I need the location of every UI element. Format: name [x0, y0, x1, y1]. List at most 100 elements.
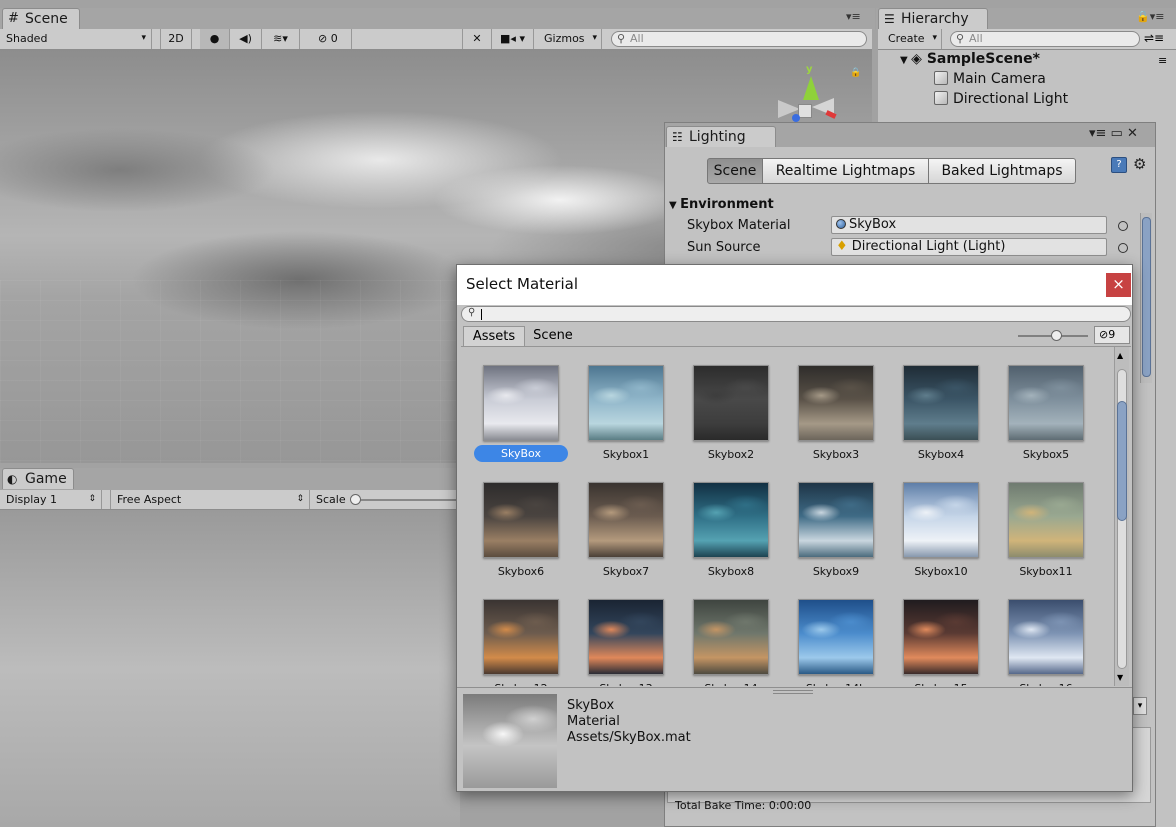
lighting-tab-baked-lightmaps[interactable]: Baked Lightmaps	[928, 158, 1076, 184]
lighting-tab-realtime-lightmaps[interactable]: Realtime Lightmaps	[762, 158, 929, 184]
lighting-dropdown-arrow-icon[interactable]: ▾	[1133, 697, 1147, 715]
material-thumbnail[interactable]	[1008, 365, 1084, 441]
gizmos-dropdown[interactable]: Gizmos ▾	[538, 29, 602, 49]
lighting-scrollbar[interactable]	[1140, 213, 1152, 383]
scale-slider-thumb[interactable]	[350, 494, 361, 505]
aspect-dropdown[interactable]: Free Aspect ⇕	[110, 490, 310, 509]
scroll-up-arrow-icon[interactable]: ▲	[1117, 351, 1123, 360]
material-thumbnail[interactable]	[483, 482, 559, 558]
game-viewport[interactable]	[0, 510, 460, 827]
material-thumbnail-label: Skybox13	[576, 682, 676, 686]
material-thumbnail[interactable]	[903, 482, 979, 558]
object-picker-icon[interactable]	[1118, 243, 1128, 253]
dialog-tab-assets[interactable]: Assets	[463, 326, 525, 346]
material-thumbnail[interactable]	[798, 599, 874, 675]
material-thumbnail[interactable]	[588, 365, 664, 441]
material-thumbnail-label: Skybox7	[602, 565, 650, 578]
hidden-assets-toggle[interactable]: ⊘9	[1094, 326, 1130, 344]
grid-scrollbar-thumb[interactable]	[1117, 401, 1127, 521]
create-dropdown[interactable]: Create ▾	[882, 29, 942, 49]
hierarchy-item-main-camera[interactable]: Main Camera	[934, 71, 1046, 87]
material-thumbnail[interactable]	[693, 482, 769, 558]
gameobject-cube-icon	[934, 91, 948, 105]
scene-pane-menu-icon[interactable]: ▾≡	[846, 10, 861, 23]
dialog-tab-assets-label: Assets	[472, 329, 516, 344]
sun-source-label: Sun Source	[687, 240, 761, 255]
camera-dropdown[interactable]: ■◂ ▾	[492, 29, 534, 49]
expand-arrow-icon: ▼	[669, 200, 681, 211]
tab-scene[interactable]: # Scene	[2, 8, 80, 29]
lighting-window-controls[interactable]: ▾≡ ▭ ✕	[1089, 126, 1138, 141]
material-thumbnail-label: Skybox14	[681, 682, 781, 686]
lighting-mode-tabs: Scene Realtime Lightmaps Baked Lightmaps	[707, 158, 1077, 184]
tab-lighting[interactable]: ☷ Lighting	[666, 126, 776, 147]
tools-button[interactable]: ✕	[462, 29, 492, 49]
2d-toggle-label: 2D	[168, 32, 184, 45]
material-thumbnail[interactable]	[1008, 482, 1084, 558]
gizmo-x-axis-icon	[825, 110, 837, 119]
shading-mode-dropdown[interactable]: Shaded ▾	[0, 29, 152, 49]
hierarchy-scene-row[interactable]: ▼ ◈ SampleScene*	[900, 51, 1040, 67]
material-thumbnail-label: Skybox1	[602, 448, 650, 461]
dialog-search-input[interactable]: ⚲	[461, 306, 1131, 322]
material-thumbnail-label: Skybox9	[812, 565, 860, 578]
2d-toggle-button[interactable]: 2D	[160, 29, 192, 49]
unity-editor: # Scene ▾≡ Shaded ▾ 2D ● ◀) ≋▾ ⊘ 0 ✕ ■◂ …	[0, 0, 1176, 827]
scene-row-menu-icon[interactable]: ≡	[1158, 54, 1167, 67]
help-book-icon[interactable]: ?	[1111, 157, 1127, 173]
scroll-down-arrow-icon[interactable]: ▼	[1117, 673, 1123, 682]
material-thumbnail[interactable]	[693, 599, 769, 675]
object-picker-icon[interactable]	[1118, 221, 1128, 231]
scale-slider[interactable]: Scale	[310, 490, 460, 509]
hierarchy-lock-menu-icon[interactable]: 🔒▾≡	[1136, 10, 1164, 23]
lighting-scrollbar-thumb[interactable]	[1142, 217, 1151, 377]
environment-foldout[interactable]: ▼ Environment	[669, 197, 774, 212]
effects-dropdown[interactable]: ≋▾	[262, 29, 300, 49]
updown-arrow-icon: ⇕	[296, 494, 304, 504]
lighting-toggle-button[interactable]: ●	[200, 29, 230, 49]
audio-toggle-button[interactable]: ◀)	[230, 29, 262, 49]
material-thumbnail[interactable]	[903, 365, 979, 441]
skybox-material-field[interactable]: SkyBox	[831, 216, 1107, 234]
scene-search-input[interactable]: ⚲ All	[611, 31, 867, 47]
search-icon: ⚲	[468, 307, 476, 318]
hierarchy-search-input[interactable]: ⚲ All	[950, 31, 1140, 47]
grid-scrollbar[interactable]: ▲ ▼	[1114, 347, 1129, 686]
dialog-tab-scene[interactable]: Scene	[527, 326, 579, 346]
thumbnail-size-slider-thumb[interactable]	[1051, 330, 1062, 341]
material-thumbnail[interactable]	[903, 599, 979, 675]
gear-icon[interactable]: ⚙	[1133, 155, 1146, 173]
display-dropdown[interactable]: Display 1 ⇕	[0, 490, 102, 509]
material-thumbnail[interactable]	[588, 482, 664, 558]
tab-game[interactable]: ◐ Game	[2, 468, 74, 489]
hierarchy-search-placeholder: All	[969, 32, 983, 45]
material-thumbnail[interactable]	[1008, 599, 1084, 675]
material-thumbnail[interactable]	[588, 599, 664, 675]
scene-orientation-gizmo[interactable]: y 🔒	[776, 64, 861, 124]
tab-hierarchy[interactable]: ☰ Hierarchy	[878, 8, 988, 29]
material-thumbnail[interactable]	[483, 599, 559, 675]
material-thumbnail-label: Skybox14b	[786, 682, 886, 686]
eye-slash-icon: ⊘	[318, 32, 331, 45]
material-thumbnail[interactable]	[798, 482, 874, 558]
material-thumbnail[interactable]	[483, 365, 559, 441]
sun-source-field[interactable]: ♦ Directional Light (Light)	[831, 238, 1107, 256]
preview-panel: SkyBox Material Assets/SkyBox.mat	[457, 687, 1132, 791]
material-thumbnail-label: Skybox4	[917, 448, 965, 461]
material-thumbnail[interactable]	[693, 365, 769, 441]
close-icon: ×	[1112, 275, 1125, 293]
resize-handle[interactable]	[773, 690, 813, 694]
material-thumbnail-label: Skybox16	[996, 682, 1096, 686]
material-thumbnail[interactable]	[798, 365, 874, 441]
scene-search-placeholder: All	[630, 32, 644, 45]
dialog-close-button[interactable]: ×	[1106, 273, 1131, 297]
hidden-count: 0	[330, 32, 338, 45]
hierarchy-item-directional-light[interactable]: Directional Light	[934, 91, 1068, 107]
hidden-objects-toggle[interactable]: ⊘ 0	[310, 29, 352, 49]
lock-icon[interactable]: 🔒	[850, 68, 861, 78]
thumbnail-size-slider[interactable]	[1018, 330, 1088, 341]
lightbulb-icon: ●	[209, 32, 220, 45]
hierarchy-sort-icon[interactable]: ⇌≡	[1144, 31, 1174, 45]
lighting-tab-scene[interactable]: Scene	[707, 158, 763, 184]
material-thumbnail-label: Skybox5	[1022, 448, 1070, 461]
